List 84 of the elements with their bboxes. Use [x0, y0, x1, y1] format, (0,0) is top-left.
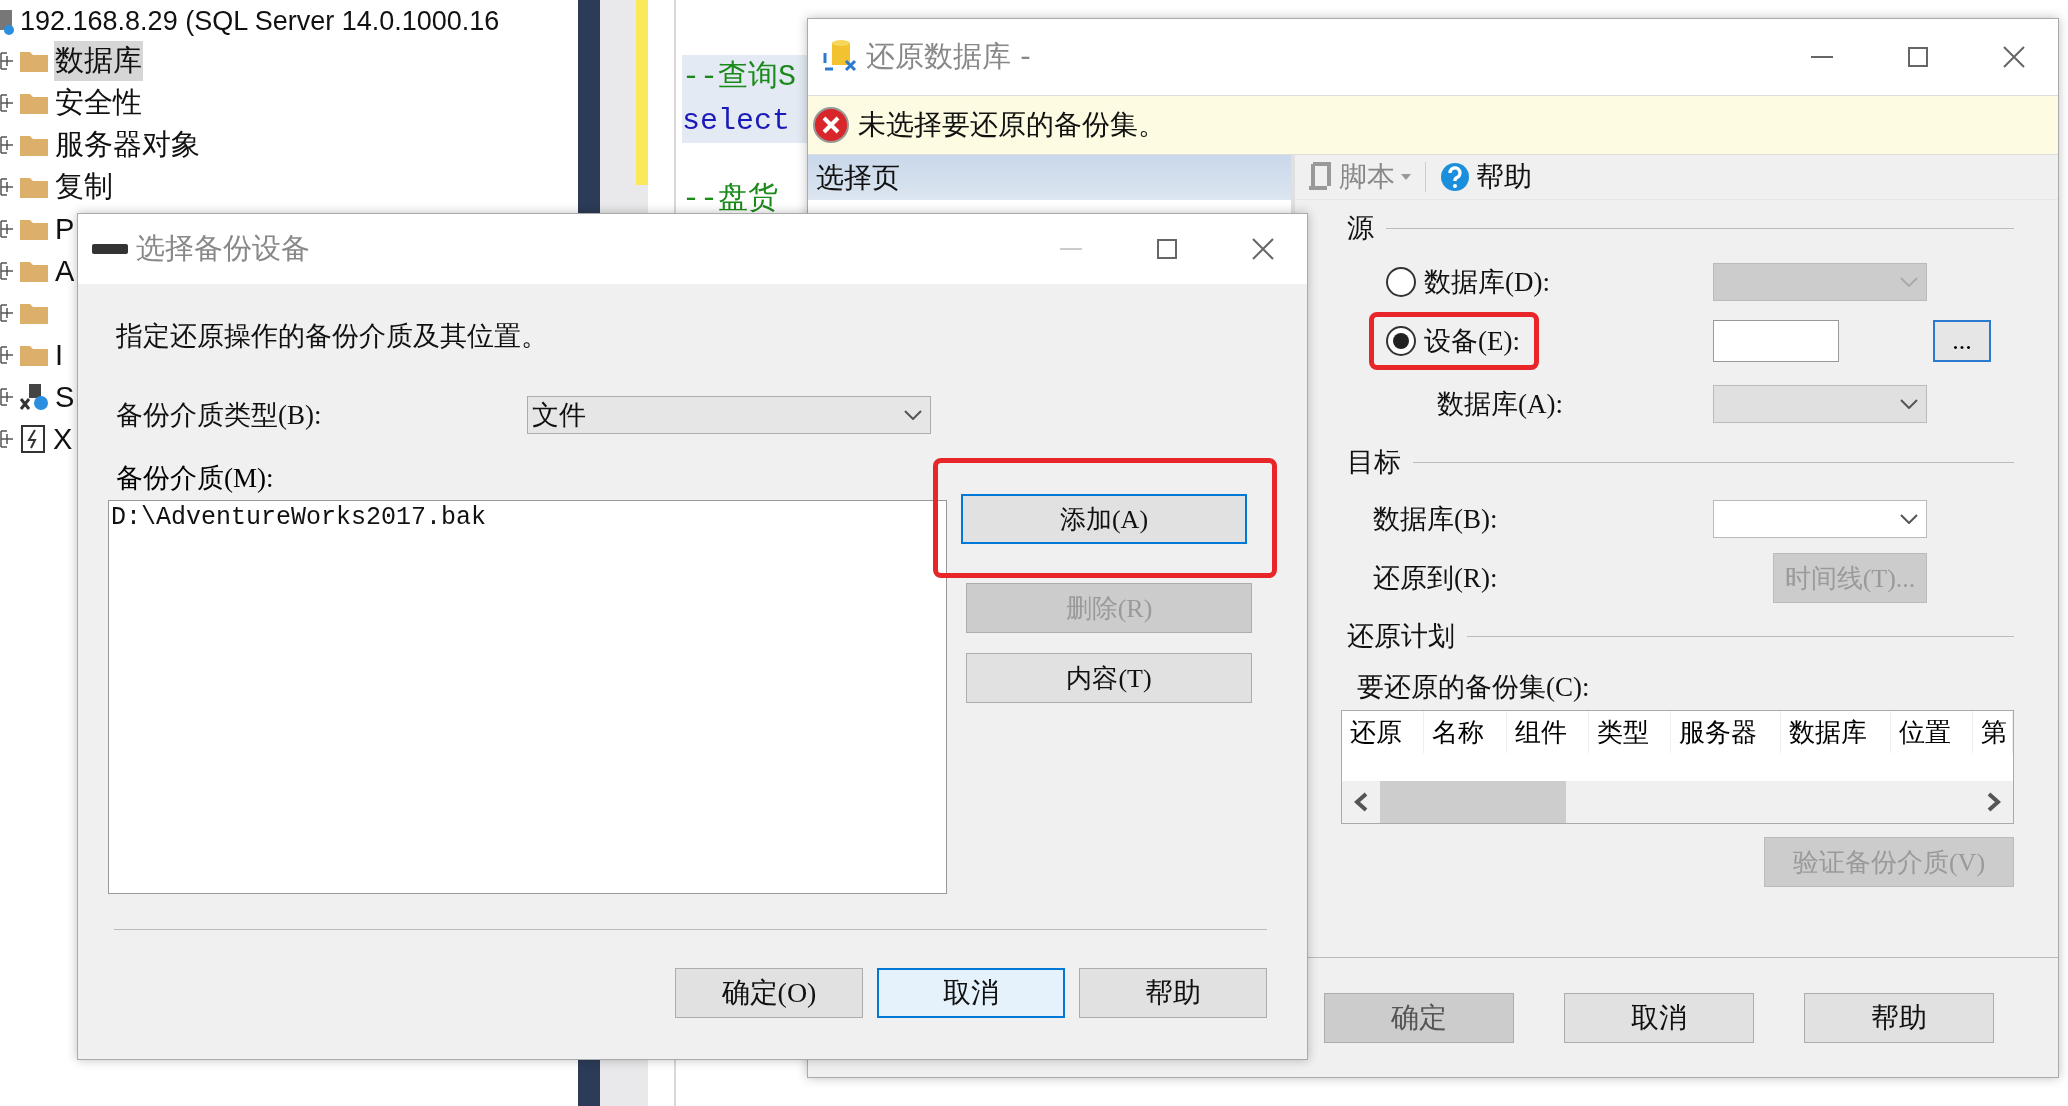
dialog-button[interactable]: 确定(O): [675, 967, 863, 1018]
description: 指定还原操作的备份介质及其位置。: [115, 320, 549, 353]
section-title: 还原计划: [1347, 620, 1455, 653]
server-name[interactable]: 192.168.8.29 (SQL Server 14.0.1000.16: [20, 5, 500, 37]
tree-node[interactable]: X: [52, 422, 74, 456]
folder-icon: [19, 343, 49, 367]
highlight-frame[interactable]: 设备(E):: [1369, 312, 1539, 370]
help-button[interactable]: 帮助: [1434, 158, 1538, 196]
column-header[interactable]: 第: [1973, 711, 2013, 753]
folder-icon: [19, 217, 49, 241]
column-header[interactable]: 位置: [1891, 711, 1973, 753]
scroll-right-icon[interactable]: [1987, 792, 2001, 812]
section-title: 源: [1347, 212, 1374, 245]
column-header[interactable]: 服务器: [1671, 711, 1781, 753]
tree-node[interactable]: 数据库: [54, 41, 143, 81]
error-icon: [812, 106, 850, 144]
folder-icon: [19, 133, 49, 157]
script-icon: [1307, 162, 1333, 192]
tree-node[interactable]: A: [54, 254, 76, 288]
radio-button[interactable]: [1386, 267, 1416, 297]
side-button[interactable]: 添加(A): [961, 494, 1247, 544]
field-label: 备份介质类型(B):: [116, 399, 322, 432]
dialog-button[interactable]: 取消: [1564, 992, 1754, 1043]
close-icon[interactable]: [1251, 237, 1275, 261]
expand-icon[interactable]: [0, 430, 14, 448]
folder-icon: [19, 91, 49, 115]
folder-icon: [19, 259, 49, 283]
list-item[interactable]: D:\AdventureWorks2017.bak: [111, 503, 944, 532]
lightning-icon: [19, 424, 47, 454]
expand-icon[interactable]: [0, 304, 14, 322]
field-label: 还原到(R):: [1373, 562, 1498, 595]
minimize-icon[interactable]: [1811, 55, 1833, 59]
window-title: 选择备份设备: [136, 230, 311, 267]
tree-node[interactable]: 安全性: [54, 83, 143, 123]
column-header[interactable]: 类型: [1589, 711, 1671, 753]
column-header[interactable]: 数据库: [1781, 711, 1891, 753]
tree-node[interactable]: P: [54, 212, 76, 246]
dialog-button[interactable]: 帮助: [1804, 992, 1994, 1043]
expand-icon[interactable]: [0, 52, 14, 70]
field-label: 备份介质(M):: [115, 462, 275, 495]
drive-icon: [92, 242, 128, 256]
horizontal-scrollbar[interactable]: [1342, 781, 2013, 823]
expand-icon[interactable]: [0, 136, 14, 154]
dialog-button[interactable]: 取消: [877, 967, 1065, 1018]
side-button[interactable]: 内容(T): [966, 653, 1252, 703]
field-label: 数据库(B):: [1373, 503, 1498, 536]
device-field[interactable]: [1713, 320, 1839, 362]
folder-icon: [19, 301, 49, 325]
radio-button[interactable]: [1386, 326, 1416, 356]
maximize-icon[interactable]: [1908, 47, 1928, 67]
tree-node[interactable]: S: [54, 380, 76, 414]
radio-label[interactable]: 设备(E):: [1424, 323, 1520, 359]
page-list-header: 选择页: [808, 155, 1291, 200]
folder-icon: [19, 49, 49, 73]
help-icon: [1440, 162, 1470, 192]
tree-node[interactable]: 复制: [54, 167, 114, 207]
tree-node[interactable]: 服务器对象: [54, 125, 201, 165]
agent-icon: [19, 383, 49, 411]
expand-icon[interactable]: [0, 94, 14, 112]
maximize-icon[interactable]: [1157, 239, 1177, 259]
expand-icon[interactable]: [0, 388, 14, 406]
section-title: 目标: [1347, 446, 1401, 479]
expand-icon[interactable]: [0, 262, 14, 280]
field-label: 数据库(A):: [1437, 388, 1563, 421]
column-header[interactable]: 还原: [1342, 711, 1424, 753]
dialog-button[interactable]: 帮助: [1079, 967, 1267, 1018]
column-header[interactable]: 名称: [1424, 711, 1507, 753]
grid-label: 要还原的备份集(C):: [1357, 671, 1590, 704]
folder-icon: [19, 175, 49, 199]
expand-icon[interactable]: [0, 220, 14, 238]
dropdown-chevron-icon[interactable]: [1900, 399, 1918, 409]
radio-option[interactable]: 数据库(D):: [1369, 253, 1569, 311]
close-icon[interactable]: [2002, 45, 2026, 69]
column-header[interactable]: 组件: [1507, 711, 1589, 753]
radio-label[interactable]: 数据库(D):: [1424, 264, 1550, 300]
tree-node[interactable]: I: [54, 338, 65, 372]
scroll-left-icon[interactable]: [1354, 792, 1368, 812]
dropdown-chevron-icon[interactable]: [1900, 514, 1918, 524]
browse-button[interactable]: ...: [1933, 320, 1991, 362]
code-line: --盘货: [682, 182, 778, 216]
expand-icon[interactable]: [0, 346, 14, 364]
expand-icon[interactable]: [0, 178, 14, 196]
dropdown-chevron-icon[interactable]: [904, 410, 922, 420]
media-type-dropdown[interactable]: 文件: [527, 396, 931, 434]
